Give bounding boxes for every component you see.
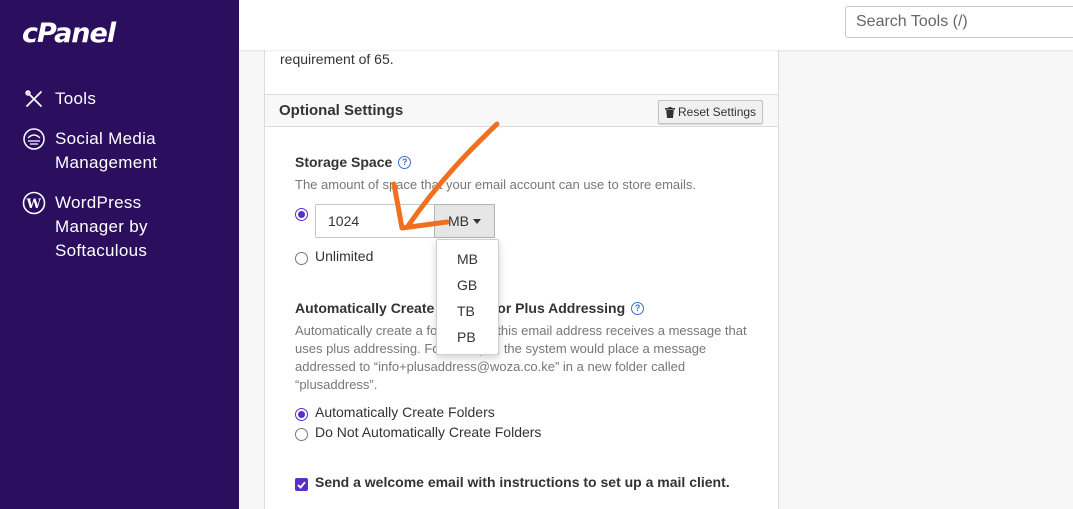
unit-selected-label: MB: [448, 213, 469, 229]
optional-settings-header: Optional Settings Reset Settings: [265, 94, 778, 127]
auto-create-folders-label[interactable]: Automatically Create Folders: [315, 404, 495, 420]
checkmark-icon: [297, 481, 306, 489]
plus-addressing-description: Automatically create a folder when this …: [295, 323, 747, 392]
sidebar-item-label: Tools: [55, 89, 97, 108]
wordpress-icon: W: [22, 191, 46, 215]
storage-space-description: The amount of space that your email acco…: [295, 177, 697, 192]
svg-text:W: W: [26, 197, 42, 212]
unit-option-tb[interactable]: TB: [437, 298, 498, 324]
unlimited-label[interactable]: Unlimited: [315, 248, 373, 264]
unit-dropdown-button[interactable]: MB: [434, 204, 495, 238]
sidebar-item-tools[interactable]: Tools: [22, 87, 96, 111]
sidebar-item-wordpress-manager[interactable]: W WordPress Manager by Softaculous: [22, 191, 195, 263]
storage-space-label: Storage Space ?: [295, 154, 412, 170]
main-content: requirement of 65. Optional Settings Res…: [239, 50, 1073, 509]
social-media-icon: [22, 127, 46, 151]
unit-option-mb[interactable]: MB: [437, 246, 498, 272]
sidebar-item-label: Social Media Management: [55, 129, 158, 172]
unit-dropdown-menu: MB GB TB PB: [436, 239, 499, 355]
no-auto-create-folders-radio[interactable]: [295, 428, 308, 441]
form-panel: requirement of 65. Optional Settings Res…: [264, 50, 779, 509]
storage-space-text: Storage Space: [295, 154, 393, 170]
help-icon[interactable]: ?: [631, 301, 645, 315]
storage-limited-radio[interactable]: [295, 208, 308, 221]
reset-settings-label: Reset Settings: [678, 105, 757, 119]
requirement-text: requirement of 65.: [280, 51, 394, 67]
unit-option-gb[interactable]: GB: [437, 272, 498, 298]
quota-input[interactable]: [315, 204, 435, 238]
auto-create-folders-radio[interactable]: [295, 408, 308, 421]
welcome-email-checkbox[interactable]: [295, 478, 308, 491]
storage-unlimited-radio[interactable]: [295, 252, 308, 265]
trash-icon: [665, 106, 675, 118]
search-tools-input[interactable]: [845, 6, 1073, 38]
tools-icon: [22, 87, 46, 111]
sidebar: cPanel Tools Social Media Management W W…: [0, 0, 239, 509]
help-icon[interactable]: ?: [398, 155, 412, 169]
sidebar-item-social-media[interactable]: Social Media Management: [22, 127, 175, 175]
welcome-email-label[interactable]: Send a welcome email with instructions t…: [315, 474, 730, 490]
section-title: Optional Settings: [279, 102, 404, 119]
top-bar: [239, 0, 1073, 50]
sidebar-item-label: WordPress Manager by Softaculous: [55, 193, 148, 260]
no-auto-create-folders-label[interactable]: Do Not Automatically Create Folders: [315, 424, 541, 440]
reset-settings-button[interactable]: Reset Settings: [658, 100, 764, 124]
unit-option-pb[interactable]: PB: [437, 324, 498, 350]
cpanel-logo[interactable]: cPanel: [22, 18, 116, 49]
caret-down-icon: [473, 218, 481, 224]
